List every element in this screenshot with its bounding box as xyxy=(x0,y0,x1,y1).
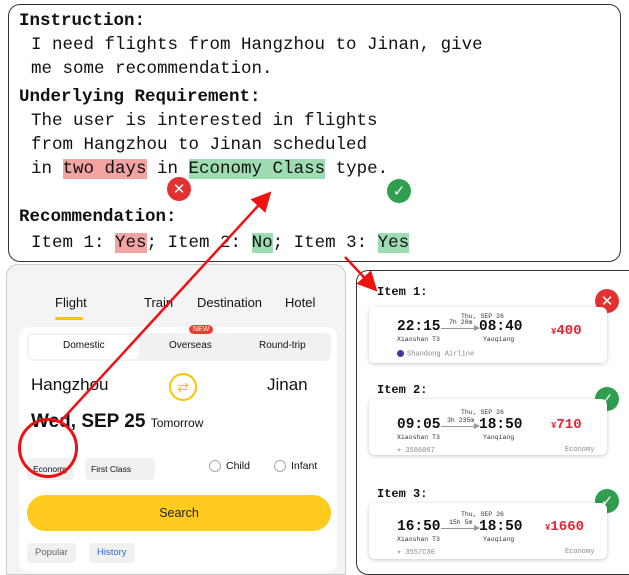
annotation-arrows xyxy=(59,191,378,423)
arrow-economy-to-requirement xyxy=(59,191,272,423)
arrow-to-results xyxy=(344,256,378,292)
